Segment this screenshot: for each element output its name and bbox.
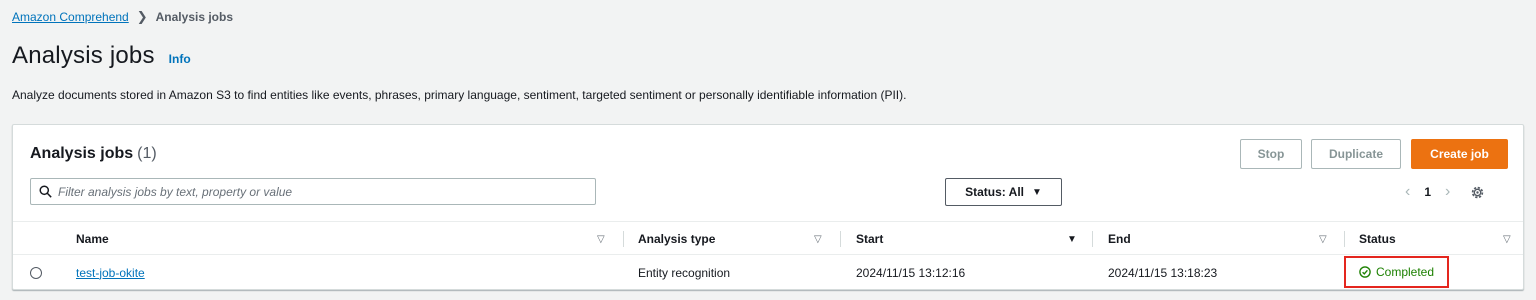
search-input[interactable] [58, 184, 578, 199]
breadcrumb-link-amazon-comprehend[interactable]: Amazon Comprehend [12, 10, 129, 24]
sort-icon: ▽ [1503, 233, 1511, 245]
column-header-analysis-type-label: Analysis type [638, 232, 716, 246]
column-header-status-label: Status [1359, 232, 1396, 246]
job-name-cell: test-job-okite [76, 255, 145, 290]
status-text: Completed [1376, 265, 1435, 279]
breadcrumb-separator-icon: ❯ [136, 9, 148, 24]
column-header-name[interactable]: Name [76, 222, 109, 256]
duplicate-button[interactable]: Duplicate [1311, 139, 1401, 169]
search-field[interactable] [30, 178, 596, 205]
status-badge: Completed [1344, 256, 1449, 288]
status-filter-dropdown[interactable]: Status: All ▼ [945, 178, 1062, 206]
table-row[interactable]: test-job-okite Entity recognition 2024/1… [13, 255, 1523, 290]
sort-icon: ▽ [1319, 233, 1327, 245]
panel-title-count: (1) [137, 145, 157, 162]
column-header-end-label: End [1108, 232, 1131, 246]
column-header-name-label: Name [76, 232, 109, 246]
stop-button[interactable]: Stop [1240, 139, 1302, 169]
column-divider [1344, 231, 1345, 247]
panel-title-text: Analysis jobs [30, 145, 134, 162]
pagination: ‹ 1 › [1405, 182, 1485, 202]
analysis-jobs-panel: Analysis jobs (1) Stop Duplicate Create j… [12, 124, 1524, 290]
breadcrumb-current: Analysis jobs [155, 10, 234, 24]
column-divider [1092, 231, 1093, 247]
sort-icon: ▽ [814, 233, 822, 245]
column-header-start[interactable]: Start [856, 222, 883, 256]
job-name-link[interactable]: test-job-okite [76, 266, 145, 280]
page-title: Analysis jobs [12, 42, 155, 69]
start-time-cell: 2024/11/15 13:12:16 [856, 265, 966, 280]
create-job-button[interactable]: Create job [1411, 139, 1508, 169]
column-divider [623, 231, 624, 247]
panel-title: Analysis jobs (1) [30, 145, 157, 163]
column-divider [840, 231, 841, 247]
column-header-analysis-type[interactable]: Analysis type [638, 222, 715, 256]
gear-icon[interactable] [1470, 185, 1485, 200]
sort-descending-icon: ▼ [1067, 233, 1077, 245]
column-header-end[interactable]: End [1108, 222, 1131, 256]
page-header: Analysis jobs Info [12, 42, 191, 70]
end-time-cell: 2024/11/15 13:18:23 [1108, 265, 1218, 280]
sort-icon: ▽ [597, 233, 605, 245]
status-filter-label: Status: All [965, 185, 1024, 199]
jobs-table: Name ▽ Analysis type ▽ Start ▼ End ▽ Sta… [13, 221, 1523, 290]
column-header-start-label: Start [856, 232, 884, 246]
column-header-status[interactable]: Status [1359, 222, 1396, 256]
breadcrumb: Amazon Comprehend ❯ Analysis jobs [12, 9, 233, 25]
caret-down-icon: ▼ [1032, 186, 1042, 198]
page-number[interactable]: 1 [1424, 185, 1431, 199]
page-description: Analyze documents stored in Amazon S3 to… [12, 88, 907, 102]
check-circle-icon [1359, 266, 1371, 278]
row-select-radio[interactable] [30, 255, 42, 290]
analysis-type-cell: Entity recognition [638, 265, 731, 280]
info-link[interactable]: Info [169, 52, 191, 66]
search-icon [39, 185, 52, 198]
radio-button[interactable] [30, 266, 42, 279]
next-page-icon[interactable]: › [1445, 183, 1450, 201]
table-header: Name ▽ Analysis type ▽ Start ▼ End ▽ Sta… [13, 221, 1523, 255]
previous-page-icon[interactable]: ‹ [1405, 183, 1410, 201]
